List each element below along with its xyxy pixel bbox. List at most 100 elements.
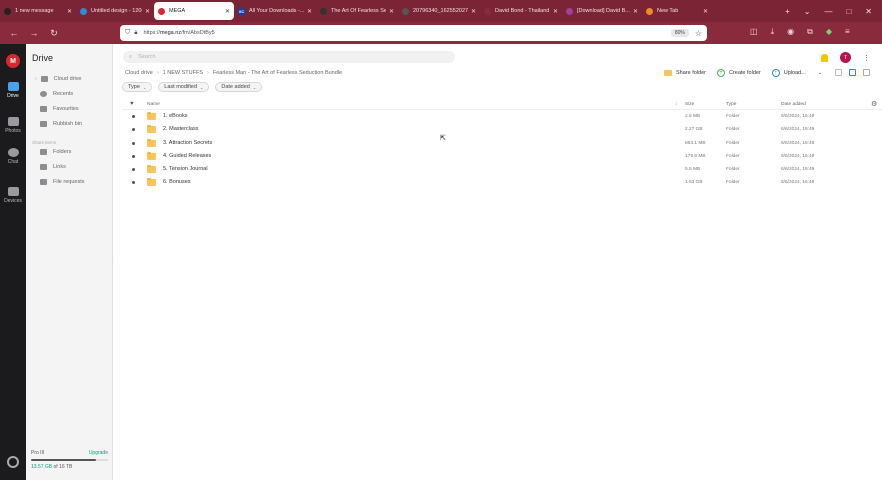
row-favourite-dot-icon[interactable] — [132, 115, 135, 118]
row-favourite-dot-icon[interactable] — [132, 141, 135, 145]
download-icon[interactable]: ⤓ — [771, 27, 775, 37]
search-input[interactable]: ⌕ Search — [123, 51, 455, 63]
minimize-button[interactable]: — — [824, 7, 832, 16]
mega-logo[interactable]: M — [6, 54, 20, 68]
cloud-icon — [40, 76, 48, 82]
browser-tab[interactable]: New Tab ✕ — [642, 2, 712, 20]
column-size[interactable]: Size — [685, 102, 694, 107]
tab-close-icon[interactable]: ✕ — [386, 8, 394, 15]
rail-item-photos[interactable]: Photos — [0, 117, 26, 134]
table-row[interactable]: 2. Masterclass 2.27 GB Folder 6/6/2024, 16:… — [122, 123, 882, 136]
breadcrumb-item[interactable]: Fearless Man - The Art of Fearless Seduc… — [213, 70, 342, 76]
filter-chip-date-added[interactable]: Date added ⌄ — [215, 82, 263, 92]
maximize-button[interactable]: □ — [846, 7, 851, 16]
sidebar-item-links[interactable]: Links — [40, 164, 66, 170]
table-header: ♥ Name ↓ Size Type Date added ⚙ — [122, 100, 882, 110]
browser-tab[interactable]: David Bond - Thailand ✕ — [480, 2, 562, 20]
tab-label: The Art Of Fearless Se... — [331, 8, 386, 14]
sidebar-item-recents[interactable]: Recents — [40, 91, 73, 97]
share-folder-button[interactable]: Share folder — [664, 70, 706, 76]
zoom-badge[interactable]: 80% — [670, 29, 689, 37]
breadcrumb-item[interactable]: Cloud drive — [125, 70, 153, 76]
create-folder-button[interactable]: + Create folder — [716, 69, 761, 77]
upgrade-link[interactable]: Upgrade — [89, 450, 108, 456]
account-icon[interactable]: ◉ — [787, 27, 794, 37]
browser-tab[interactable]: 1 new message ✕ — [0, 2, 76, 20]
rail-item-drive[interactable]: Drive — [0, 82, 26, 99]
sidebar-item-favourites[interactable]: Favourites — [40, 106, 79, 112]
column-settings-gear-icon[interactable]: ⚙ — [871, 100, 877, 108]
row-size: 2.5 MB — [685, 114, 701, 119]
tab-close-icon[interactable]: ✕ — [630, 8, 638, 15]
browser-tab[interactable]: Untitled design - 1200...✕ — [76, 2, 154, 20]
tab-close-icon[interactable]: ✕ — [222, 8, 230, 15]
rail-item-devices[interactable]: Devices — [0, 187, 26, 204]
table-row[interactable]: 1. eBooks 2.5 MB Folder 6/6/2024, 16:49 — [122, 110, 882, 123]
transfers-icon[interactable] — [7, 456, 19, 468]
tab-close-icon[interactable]: ✕ — [64, 8, 72, 15]
filter-chip-last-modified[interactable]: Last modified ⌄ — [158, 82, 210, 92]
tab-close-icon[interactable]: ✕ — [700, 8, 708, 15]
chevron-down-icon: ⌄ — [252, 84, 257, 90]
favourite-column-heart-icon[interactable]: ♥ — [130, 101, 134, 107]
media-view-icon[interactable] — [863, 69, 870, 76]
table-row[interactable]: 6. Bonuses 1.53 GB Folder 6/6/2024, 16:49 — [122, 176, 882, 189]
chip-label: Type — [128, 84, 140, 90]
row-favourite-dot-icon[interactable] — [132, 168, 135, 172]
row-favourite-dot-icon[interactable] — [132, 128, 135, 132]
upload-button[interactable]: ↑ Upload... ⌄ — [771, 69, 822, 77]
avatar[interactable]: T — [840, 52, 851, 63]
chevron-down-icon[interactable]: ⌄ — [818, 70, 822, 76]
tab-close-icon[interactable]: ✕ — [304, 8, 312, 15]
storage-meter[interactable]: Pro III Upgrade 13.57 GB of 16 TB — [31, 450, 108, 470]
forward-icon[interactable]: → — [24, 28, 44, 38]
close-window-button[interactable]: ✕ — [865, 7, 872, 16]
column-date-added[interactable]: Date added — [781, 102, 806, 107]
app-menu-icon[interactable]: ≡ — [845, 27, 850, 37]
folder-icon — [147, 165, 156, 174]
rail-item-chat[interactable]: Chat — [0, 148, 26, 165]
link-icon — [40, 164, 47, 170]
column-type[interactable]: Type — [726, 102, 736, 107]
breadcrumb-item[interactable]: 1 NEW STUFFS — [163, 70, 203, 76]
reload-icon[interactable]: ↻ — [44, 28, 64, 39]
row-favourite-dot-icon[interactable] — [132, 181, 135, 185]
notification-bell-icon[interactable] — [821, 53, 828, 62]
grid-view-icon[interactable] — [835, 69, 842, 76]
browser-tab[interactable]: [Download] David B... ✕ — [562, 2, 642, 20]
addon-icon[interactable]: ◆ — [826, 27, 832, 37]
tab-close-icon[interactable]: ✕ — [550, 8, 558, 15]
chevron-right-icon[interactable]: › — [35, 76, 37, 82]
breadcrumb: Cloud drive › 1 NEW STUFFS › Fearless Man - … — [125, 70, 342, 76]
back-icon[interactable]: ← — [4, 28, 24, 38]
sidebar-item-rubbish-bin[interactable]: Rubbish bin — [40, 121, 82, 127]
browser-tab[interactable]: 20796340_1625520274...✕ — [398, 2, 480, 20]
filter-chip-type[interactable]: Type ⌄ — [122, 82, 153, 92]
table-row[interactable]: 4. Guided Releases 179.6 MB Folder 6/6/2024… — [122, 150, 882, 163]
tab-list-button[interactable]: ⌄ — [804, 7, 811, 16]
browser-tab[interactable]: The Art Of Fearless Se... ✕ — [316, 2, 398, 20]
new-tab-button[interactable]: + — [785, 7, 790, 16]
more-menu-icon[interactable]: ⋮ — [863, 54, 870, 62]
extensions-icon[interactable]: ⧉ — [807, 27, 813, 37]
list-view-icon[interactable] — [849, 69, 856, 76]
sidebar-item-file-requests[interactable]: File requests — [40, 179, 85, 185]
table-row[interactable]: 3. Attraction Secrets 863.1 MB Folder 6/6/2… — [122, 137, 882, 150]
sidebar-item-cloud-drive[interactable]: › Cloud drive — [35, 76, 82, 82]
pocket-icon[interactable]: ◫ — [750, 27, 758, 37]
column-name[interactable]: Name — [147, 102, 160, 107]
tab-label: All Your Downloads -... — [249, 8, 304, 14]
url-bar[interactable]: ⛉ 🔒︎ https://mega.nz/fm/AbsDtBy5 80% ☆ — [120, 25, 707, 41]
browser-tab[interactable]: XC All Your Downloads -... ✕ — [234, 2, 316, 20]
row-favourite-dot-icon[interactable] — [132, 154, 135, 158]
bookmark-star-icon[interactable]: ☆ — [695, 29, 702, 38]
table-row[interactable]: 5. Tension Journal 5.5 MB Folder 6/6/2024, … — [122, 163, 882, 176]
sidebar-item-folders[interactable]: Folders — [40, 149, 71, 155]
tab-close-icon[interactable]: ✕ — [468, 8, 476, 15]
sort-arrow-icon[interactable]: ↓ — [675, 102, 677, 107]
tab-close-icon[interactable]: ✕ — [142, 8, 150, 15]
browser-tab[interactable]: MEGA ✕ — [154, 2, 234, 20]
storage-bar — [31, 459, 108, 461]
sidebar-item-label: Favourites — [53, 106, 79, 112]
row-size: 863.1 MB — [685, 140, 706, 146]
